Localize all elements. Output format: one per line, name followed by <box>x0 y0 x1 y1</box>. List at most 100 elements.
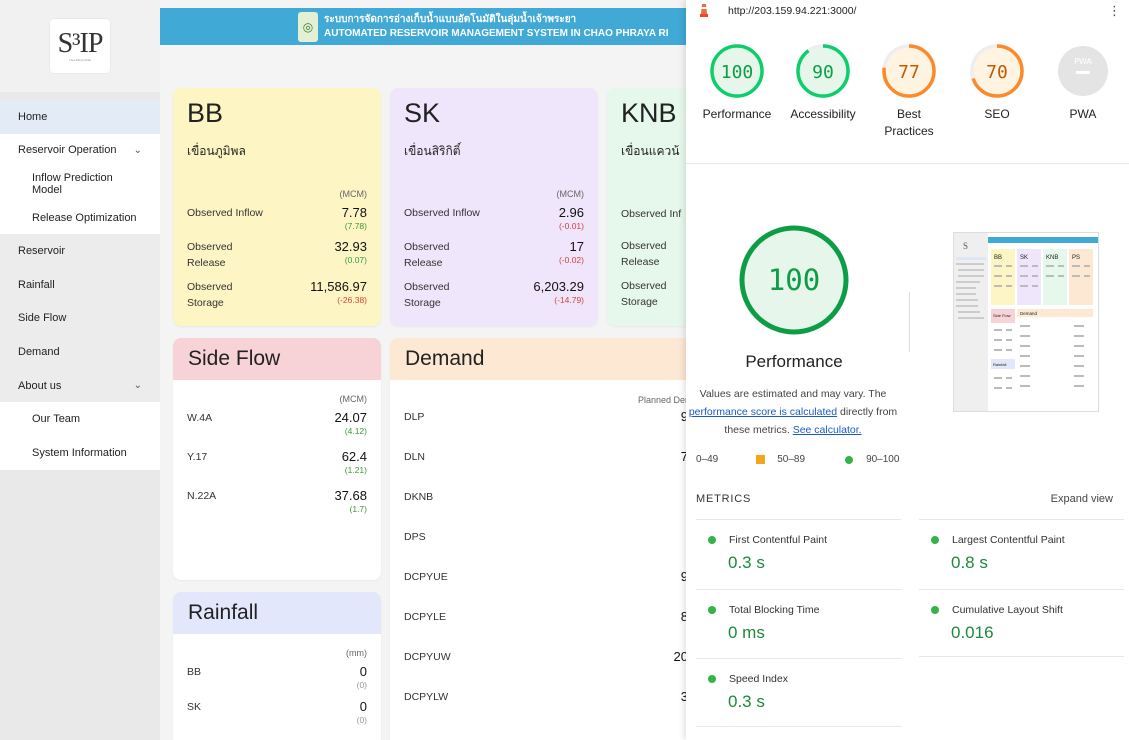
see-calculator-link[interactable]: See calculator. <box>793 424 862 436</box>
unit-label: (MCM) <box>339 189 368 199</box>
release-value: 17 <box>569 239 584 254</box>
demand-code: DKNB <box>404 491 434 503</box>
table-row: DPS <box>404 529 686 569</box>
dam-card-knb[interactable]: KNB เขื่อนแควน้ Observed Inf Observed Rel… <box>607 88 686 326</box>
green-range-label: 90–100 <box>866 454 900 465</box>
sidebar-item-home[interactable]: Home <box>0 100 160 134</box>
sidebar-item-our-team[interactable]: Our Team <box>0 402 160 436</box>
logo-text: S³IP <box>57 28 104 59</box>
table-row: DCPYLW 3 <box>404 689 686 729</box>
score-note: Values are estimated and may vary. The p… <box>688 388 898 436</box>
demand-list: DLP 9 DLN 7 DKNB DPS DCPYUE 9 DCPYLE 8 DCPYUW 20 DCP… <box>404 409 686 729</box>
gauge-label: PWA <box>1069 107 1097 121</box>
sidebar-item-label: Rainfall <box>18 278 55 291</box>
sidebar-item-release-optimization[interactable]: Release Optimization <box>0 200 160 235</box>
section-title: Demand <box>390 338 686 380</box>
metric-first-contentful-paint: First Contentful Paint 0.3 s <box>696 519 901 573</box>
list-item: SK 0 (0) <box>187 699 367 725</box>
table-row: DLN 7 <box>404 449 686 489</box>
dam-code: KNB <box>621 98 677 128</box>
inflow-delta: (7.78) <box>344 221 367 231</box>
gauge-accessibility[interactable]: 90 Accessibility <box>778 42 868 123</box>
side-flow-card[interactable]: Side Flow (MCM) W.4A 24.07 (4.12) Y.17 62… <box>173 338 381 580</box>
station-delta: (1.21) <box>344 465 367 475</box>
thumb-label-sk: SK <box>1020 255 1028 261</box>
storage-delta: (-26.38) <box>337 295 367 305</box>
inflow-value: 7.78 <box>341 205 367 220</box>
app-logo[interactable]: S³IP Chao Phraya Dam <box>50 19 110 73</box>
metric-name: Speed Index <box>696 673 901 685</box>
metric-value: 0.8 s <box>951 553 988 572</box>
gauge-score: 70 <box>986 62 1008 83</box>
page-screenshot-thumbnail[interactable]: S BB SK KNB PS Side Flow Demand Rainfall <box>953 232 1099 412</box>
department-logo-icon: ◎ <box>298 11 318 42</box>
green-dot-icon <box>931 536 939 544</box>
header-banner: ◎ ระบบการจัดการอ่างเก็บน้ำแบบอัตโนมัติใน… <box>160 8 686 45</box>
metrics-heading: METRICS <box>696 493 752 505</box>
release-row: Observed Release 17 (-0.02) <box>404 239 584 271</box>
station-name: BB <box>187 666 202 678</box>
station-value: 37.68 <box>334 488 367 503</box>
thumb-label-bb: BB <box>994 255 1002 261</box>
inflow-label: Observed Inf <box>621 208 682 220</box>
metric-name: Largest Contentful Paint <box>919 534 1124 546</box>
sidebar-item-reservoir[interactable]: Reservoir <box>0 234 160 268</box>
gauge-score: 90 <box>812 62 834 83</box>
sidebar-item-about-us[interactable]: About us ⌄ <box>0 368 160 403</box>
release-row: Observed Release 32.93 (0.07) <box>187 239 367 271</box>
sidebar-item-reservoir-operation[interactable]: Reservoir Operation ⌄ <box>0 133 160 168</box>
sidebar-item-side-flow[interactable]: Side Flow <box>0 301 160 336</box>
page-url[interactable]: http://203.159.94.221:3000/ <box>728 5 856 17</box>
demand-code: DCPYUW <box>404 651 451 663</box>
thumb-label-demand: Demand <box>1020 311 1038 316</box>
release-delta: (0.07) <box>344 255 367 265</box>
sidebar-item-rainfall[interactable]: Rainfall <box>0 267 160 302</box>
divider <box>919 589 1124 590</box>
dam-name: เขื่อนแควน้ <box>621 144 680 158</box>
divider <box>686 163 1129 164</box>
expand-view-toggle[interactable]: Expand view <box>1051 493 1113 505</box>
sidebar-item-demand[interactable]: Demand <box>0 335 160 369</box>
sidebar-item-inflow-prediction[interactable]: Inflow Prediction Model <box>0 167 160 201</box>
dam-card-bb[interactable]: BB เขื่อนภูมิพล (MCM) Observed Inflow 7.… <box>173 88 381 326</box>
gauge-seo[interactable]: 70 SEO <box>952 42 1042 123</box>
storage-delta: (-14.79) <box>554 295 584 305</box>
rainfall-card[interactable]: Rainfall (mm) BB 0 (0) SK 0 (0) <box>173 592 381 740</box>
gauge-label: SEO <box>984 107 1010 121</box>
dam-name: เขื่อนสิริกิติ์ <box>404 144 461 158</box>
storage-row: Observed Storage 6,203.29 (-14.79) <box>404 279 584 311</box>
storage-value: 6,203.29 <box>533 279 584 294</box>
sidebar-item-label: About us <box>18 379 62 392</box>
inflow-row: Observed Inflow 2.96 (-0.01) <box>404 205 584 231</box>
gauge-performance[interactable]: 100 Performance <box>692 42 782 123</box>
divider <box>919 519 1124 520</box>
metric-value: 0.3 s <box>728 692 765 711</box>
gauge-best-practices[interactable]: 77 Best Practices <box>864 42 954 140</box>
inflow-value: 2.96 <box>558 205 584 220</box>
metric-speed-index: Speed Index 0.3 s <box>696 658 901 712</box>
green-dot-icon <box>708 536 716 544</box>
banner-title: ระบบการจัดการอ่างเก็บน้ำแบบอัตโนมัติในลุ… <box>324 13 668 41</box>
gauge-pwa[interactable]: PWA PWA <box>1038 42 1128 123</box>
big-score: 100 <box>768 263 820 297</box>
inflow-delta: (-0.01) <box>558 221 584 231</box>
demand-card[interactable]: Demand Planned Den DLP 9 DLN 7 DKNB DPS DCPYUE… <box>390 338 686 740</box>
score-calculated-link[interactable]: performance score is calculated <box>689 406 837 418</box>
dam-card-sk[interactable]: SK เขื่อนสิริกิติ์ (MCM) Observed Inflow… <box>390 88 598 326</box>
sidebar-item-system-information[interactable]: System Information <box>0 435 160 470</box>
gauge-label: Accessibility <box>790 107 856 121</box>
divider <box>696 589 901 590</box>
sidebar-item-label: Reservoir <box>18 245 66 258</box>
gauge-label: Best Practices <box>884 107 934 138</box>
more-options-icon[interactable]: ⋮ <box>1108 3 1121 19</box>
demand-code: DPS <box>404 531 426 543</box>
release-row: Observed Release <box>621 238 686 270</box>
dashboard-app: S³IP Chao Phraya Dam Home Reservoir Oper… <box>0 0 686 740</box>
metric-value: 0.3 s <box>728 553 765 572</box>
storage-label: Observed Storage <box>187 281 233 309</box>
metric-cumulative-layout-shift: Cumulative Layout Shift 0.016 <box>919 589 1124 643</box>
station-delta: (0) <box>356 715 367 725</box>
thumb-label-ps: PS <box>1072 255 1080 261</box>
metric-name: Cumulative Layout Shift <box>919 604 1124 616</box>
station-delta: (0) <box>356 680 367 690</box>
